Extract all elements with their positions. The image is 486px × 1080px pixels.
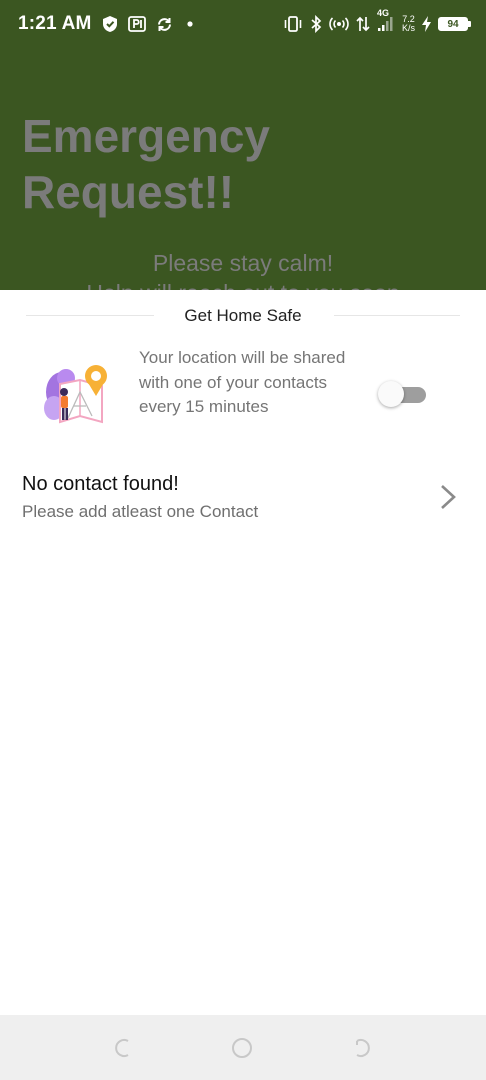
navigation-bar [0, 1015, 486, 1080]
location-share-illustration [40, 362, 112, 434]
status-left: 1:21 AM [18, 13, 197, 35]
back-icon[interactable] [111, 1037, 133, 1059]
contact-subtitle: Please add atleast one Contact [22, 502, 259, 521]
stay-calm-message: Please stay calm! [152, 250, 334, 276]
battery-level: 94 [447, 18, 459, 30]
chevron-right-icon [436, 482, 460, 512]
sync-icon [156, 16, 173, 33]
network-type: 4G [376, 8, 389, 18]
share-location-toggle[interactable] [378, 380, 428, 408]
emergency-title-line2: Request!! [22, 166, 235, 218]
sheet-title: Get Home Safe [172, 306, 314, 326]
toggle-thumb [378, 381, 404, 407]
sheet-header: Get Home Safe [0, 304, 486, 328]
home-icon[interactable] [231, 1037, 253, 1059]
recents-icon[interactable] [352, 1037, 374, 1059]
hotspot-icon [329, 16, 349, 32]
emergency-title-line1: Emergency [22, 110, 271, 162]
status-bar: 1:21 AM 4G 7.2 K/s 94 [0, 0, 486, 48]
emergency-title: Emergency Request!! [22, 108, 442, 220]
bottom-sheet: Get Home Safe Your location will be shar… [0, 290, 486, 1015]
parking-icon [127, 15, 146, 33]
speed-unit: K/s [401, 23, 415, 33]
bluetooth-icon [310, 15, 322, 33]
share-location-description: Your location will be shared with one of… [139, 348, 346, 416]
vibrate-icon [283, 16, 303, 32]
net-speed: 7.2 K/s [402, 15, 415, 33]
dot-icon [183, 17, 197, 31]
add-contact-row[interactable]: No contact found! Please add atleast one… [0, 468, 486, 528]
status-time: 1:21 AM [18, 13, 92, 34]
share-location-row: Your location will be shared with one of… [0, 344, 486, 444]
shield-icon [102, 15, 118, 33]
help-message: Help will reach out to you soon [0, 280, 486, 290]
status-right: 4G 7.2 K/s 94 [283, 8, 471, 33]
data-arrows-icon [356, 15, 370, 33]
contact-title: No contact found! [22, 473, 179, 495]
emergency-background: Emergency Request!! Please stay calm! He… [0, 48, 486, 290]
signal-icon: 4G [377, 8, 395, 33]
battery-icon: 94 [438, 17, 471, 31]
charging-icon [422, 16, 431, 32]
